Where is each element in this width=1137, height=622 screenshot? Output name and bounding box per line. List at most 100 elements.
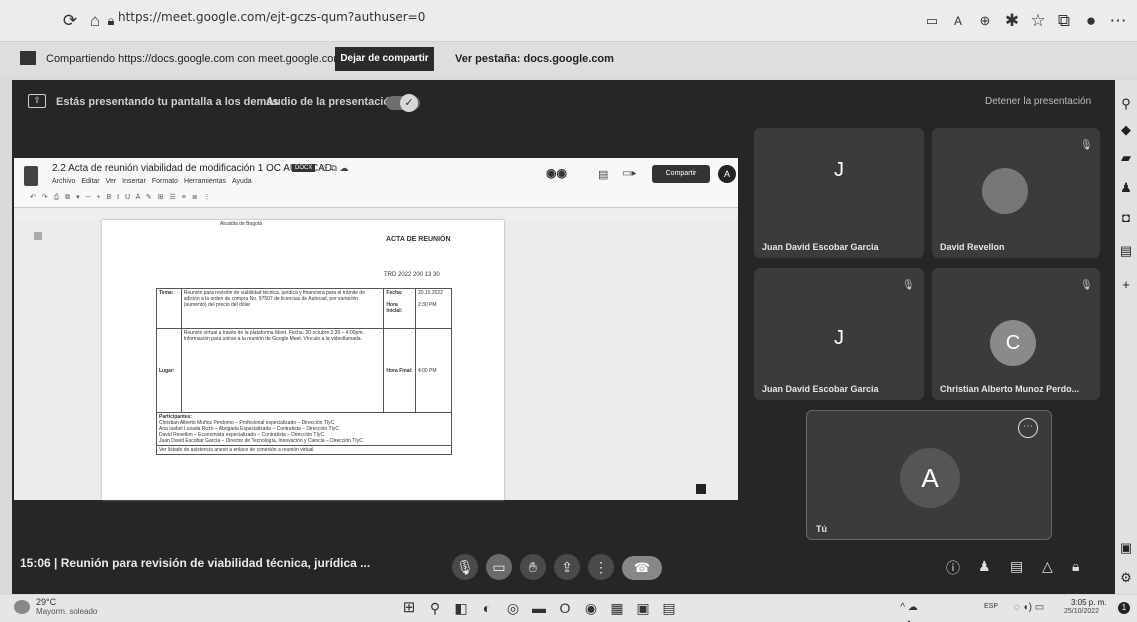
hora-final-label: Hora Final: <box>383 328 416 413</box>
weather-temp: 29°C <box>36 597 57 607</box>
collections-icon[interactable]: ⧉ <box>1054 11 1074 31</box>
chrome-icon[interactable]: ◉ <box>582 599 600 617</box>
menu-ayuda[interactable]: Ayuda <box>232 178 252 185</box>
radicado: TRD 2022 200 13 30 <box>384 272 440 278</box>
extension-icon[interactable]: ✱ <box>1002 11 1022 31</box>
start-icon[interactable]: ⊞ <box>400 599 418 617</box>
participant-photo <box>982 168 1028 214</box>
app-available-icon[interactable]: ▭ <box>922 11 942 31</box>
present-button[interactable]: ⇪ <box>554 554 580 580</box>
self-avatar: A <box>900 448 960 508</box>
bag-icon[interactable]: ▰ <box>1118 150 1134 166</box>
stop-presenting-button[interactable]: Detener la presentación <box>985 96 1091 107</box>
language-indicator[interactable]: ESP <box>984 603 998 610</box>
menu-archivo[interactable]: Archivo <box>52 178 75 185</box>
participant-avatar: J <box>819 150 859 190</box>
mic-off-icon: 🎙︎ <box>902 280 915 291</box>
tag-icon[interactable]: ◆ <box>1118 122 1134 138</box>
more-options-button[interactable]: ⋮ <box>588 554 614 580</box>
participants-icon[interactable]: ♟ <box>978 558 991 575</box>
camera-button[interactable]: ▭ <box>486 554 512 580</box>
screen-share-icon <box>20 51 36 65</box>
menu-herramientas[interactable]: Herramientas <box>184 178 226 185</box>
comment-icon[interactable]: ▤ <box>598 168 608 181</box>
explore-icon[interactable] <box>696 484 706 494</box>
zoom-icon[interactable]: ⊕ <box>975 11 995 31</box>
tray-icons[interactable]: ^ ☁ ⬇ <box>900 599 918 622</box>
sidebar-toggle-icon[interactable]: ▣ <box>1118 540 1134 556</box>
ruler <box>14 208 738 220</box>
network-volume-battery-icons[interactable]: ◌ ◖) ▭ <box>1004 599 1054 617</box>
present-screen-icon: ⇪ <box>28 94 46 108</box>
favorites-icon[interactable]: ☆ <box>1028 11 1048 31</box>
doc-title[interactable]: 2.2 Acta de reunión viabilidad de modifi… <box>52 163 332 174</box>
add-icon[interactable]: + <box>1118 277 1134 293</box>
edge-icon[interactable]: ◎ <box>504 599 522 617</box>
task-view-icon[interactable]: ◧ <box>452 599 470 617</box>
reload-icon[interactable]: ⟳ <box>60 11 80 31</box>
host-controls-icon[interactable]: 🔒︎ <box>1072 558 1079 575</box>
page-heading-left: Alcaldía de Bogotá <box>220 221 262 227</box>
notification-icon[interactable]: 1 <box>1118 602 1130 614</box>
format-toolbar[interactable]: ↶ ↷ ⎙ ⧉ ▾ ─ + B I U A ✎ ⊞ ☰ ≡ ≣ ⋮ <box>30 193 730 203</box>
clock-time[interactable]: 3:05 p. m. <box>1071 598 1107 607</box>
participant-name: Juan David Escobar Garcia <box>762 242 879 252</box>
office-icon[interactable]: ◘ <box>1118 210 1134 226</box>
address-bar[interactable]: https://meet.google.com/ejt-gczs-qum?aut… <box>118 10 425 24</box>
meet-activity-icon[interactable]: ◉◉ <box>546 166 567 182</box>
app-icon[interactable]: ▤ <box>660 599 678 617</box>
opera-icon[interactable]: O <box>556 599 574 617</box>
menu-insertar[interactable]: Insertar <box>122 178 146 185</box>
weather-icon[interactable] <box>14 600 30 614</box>
outline-icon[interactable] <box>34 232 42 240</box>
menu-formato[interactable]: Formato <box>152 178 178 185</box>
chat-icon[interactable]: ◐ <box>478 599 496 617</box>
weather-desc: Mayorm. soleado <box>36 607 98 616</box>
fecha-value: 20.10.2022 2:30 PM <box>414 288 453 329</box>
mic-off-icon: 🎙︎ <box>1080 280 1093 291</box>
share-doc-button[interactable]: Compartir <box>652 165 710 183</box>
read-aloud-icon[interactable]: A <box>948 11 968 31</box>
participant-tile[interactable] <box>754 128 924 258</box>
camera-icon[interactable]: ▭▸ <box>622 168 636 179</box>
user-avatar[interactable]: A <box>718 165 736 183</box>
leave-call-button[interactable]: ☎ <box>622 556 662 580</box>
participant-name: Christian Alberto Munoz Perdo... <box>940 384 1080 394</box>
info-icon[interactable]: ⓘ <box>946 558 960 578</box>
store-icon[interactable]: ▦ <box>608 599 626 617</box>
star-icon[interactable]: ☆ ⧉ ☁ <box>320 163 349 174</box>
menu-editar[interactable]: Editar <box>81 178 99 185</box>
docs-logo-icon <box>24 166 38 186</box>
stop-sharing-button[interactable]: Dejar de compartir <box>335 47 434 71</box>
people-icon[interactable]: ♟ <box>1118 180 1134 196</box>
more-menu-icon[interactable]: ⋯ <box>1108 11 1128 31</box>
search-icon[interactable]: ⚲ <box>1118 96 1134 112</box>
meeting-info: 15:06 | Reunión para revisión de viabili… <box>20 556 370 570</box>
participant-avatar: C <box>990 320 1036 366</box>
page-heading-right: ACTA DE REUNIÓN <box>386 236 451 243</box>
mic-off-icon: 🎙︎ <box>1080 140 1093 151</box>
search-icon[interactable]: ⚲ <box>426 599 444 617</box>
participantes-cell: Participantes: Christian Alberto Muñoz P… <box>156 412 452 446</box>
lugar-label: Lugar: <box>156 328 182 413</box>
chat-icon[interactable]: ▤ <box>1010 558 1023 575</box>
more-options-icon[interactable]: ⋯ <box>1018 418 1038 438</box>
explorer-icon[interactable]: ▬ <box>530 599 548 617</box>
clock-date[interactable]: 25/10/2022 <box>1064 608 1099 615</box>
self-name: Tú <box>816 524 827 534</box>
outlook-icon[interactable]: ▤ <box>1118 243 1134 259</box>
activities-icon[interactable]: △ <box>1042 558 1053 575</box>
raise-hand-button[interactable]: ✋︎ <box>520 554 546 580</box>
mail-icon[interactable]: ▣ <box>634 599 652 617</box>
lugar-value: Reunión virtual a través de la plataform… <box>180 328 385 413</box>
meeting-time: 15:06 <box>20 556 51 570</box>
view-tab-link[interactable]: Ver pestaña: docs.google.com <box>455 53 614 65</box>
mic-button[interactable]: 🎙︎ <box>452 554 478 580</box>
hora-final-value: 4:00 PM <box>414 328 453 413</box>
docx-badge: DOCX <box>292 164 316 172</box>
participant-avatar: J <box>819 318 859 358</box>
profile-icon[interactable]: ● <box>1081 11 1101 31</box>
menu-ver[interactable]: Ver <box>106 178 117 185</box>
settings-icon[interactable]: ⚙ <box>1118 570 1134 586</box>
tema-value: Reunión para revisión de viabilidad técn… <box>180 288 385 329</box>
